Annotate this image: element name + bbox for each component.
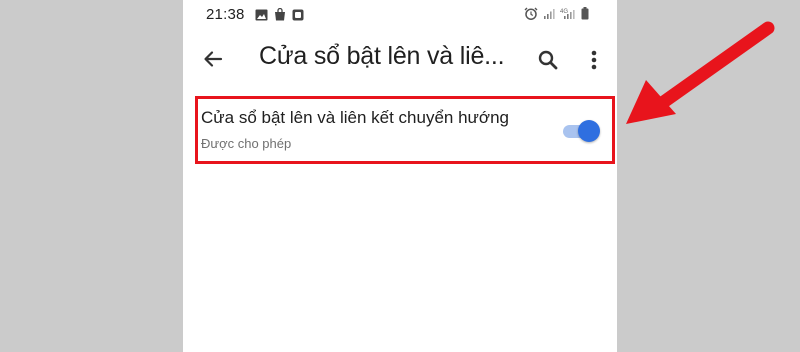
popup-toggle-switch[interactable] (561, 118, 601, 144)
bag-icon (274, 8, 286, 21)
popup-redirect-setting-row[interactable]: Cửa sổ bật lên và liên kết chuyển hướng … (197, 96, 617, 166)
battery-icon (581, 7, 589, 20)
more-vert-icon[interactable] (582, 47, 606, 73)
setting-title: Cửa sổ bật lên và liên kết chuyển hướng (201, 108, 509, 127)
toggle-thumb (578, 120, 600, 142)
alarm-icon (524, 7, 538, 20)
page-title: Cửa sổ bật lên và liê... (259, 42, 505, 70)
image-icon (255, 9, 268, 21)
phone-screen: 21:38 4G Cửa sổ bật lên và liê... Cửa sổ… (183, 0, 617, 352)
screenshot-stage: 21:38 4G Cửa sổ bật lên và liê... Cửa sổ… (0, 0, 800, 352)
signal-icon (543, 8, 555, 20)
4g-signal-icon: 4G (560, 7, 576, 20)
red-arrow-icon (626, 21, 775, 124)
status-left-icons (255, 8, 304, 21)
search-icon[interactable] (536, 48, 560, 72)
status-bar: 21:38 4G (183, 0, 617, 30)
setting-subtitle: Được cho phép (201, 136, 292, 151)
app-bar: Cửa sổ bật lên và liê... (183, 30, 617, 88)
status-right-icons: 4G (524, 7, 589, 20)
app-icon (292, 9, 304, 21)
back-arrow-icon[interactable] (201, 47, 225, 71)
status-time: 21:38 (206, 6, 245, 23)
